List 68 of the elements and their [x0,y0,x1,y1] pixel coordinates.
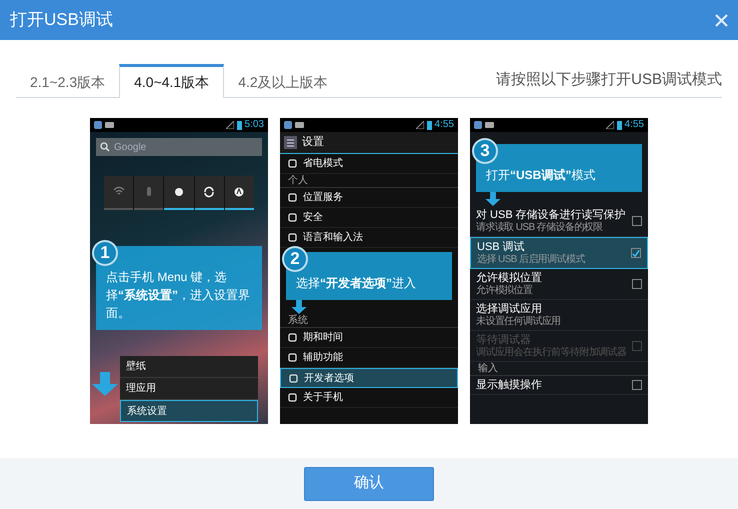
square-icon [288,159,297,168]
toggle-tile[interactable] [164,176,194,210]
status-time: 4:55 [624,120,644,130]
settings-row[interactable]: 期和时间 [280,328,458,348]
letter-a-icon [233,186,246,198]
toggle-tile[interactable] [104,176,134,210]
setting-subtitle: 允许模拟位置 [476,285,534,297]
settings-row[interactable]: 位置服务 [280,188,458,208]
battery-icon [616,120,622,130]
menu-item[interactable]: 壁纸 [120,356,258,378]
setting-row[interactable]: 允许模拟位置 允许模拟位置 [470,269,648,300]
version-tab[interactable]: 4.2及以上版本 [224,67,342,97]
sync-icon [203,186,216,198]
setting-row[interactable]: USB 调试 选择 USB 后启用调试模式 [470,237,648,269]
setting-title: 选择调试应用 [476,302,543,316]
toggle-tile[interactable] [224,176,254,210]
setting-title: 对 USB 存储设备进行读写保护 [476,208,627,222]
setting-title: 允许模拟位置 [476,271,543,284]
sliders-icon [284,136,297,149]
square-icon [288,193,297,202]
setting-row[interactable]: 选择调试应用 未设置任何调试应用 [470,300,648,331]
search-icon [100,142,110,152]
signal-icon [606,121,614,129]
setting-subtitle: 选择 USB 后启用调试模式 [477,254,586,266]
setting-row[interactable]: 显示触摸操作 [470,376,648,395]
square-icon [288,393,297,402]
square-icon [289,374,298,382]
square-icon [288,233,297,242]
setting-title: 等待调试器 [476,333,532,346]
toggle-tile[interactable] [194,176,224,210]
close-icon[interactable] [715,14,728,26]
callout-text: 打开“USB调试”模式 [486,167,596,184]
down-arrow-icon [92,372,118,396]
version-tab[interactable]: 4.0~4.1版本 [119,64,224,98]
status-time: 5:03 [244,120,264,130]
window-title: 打开USB调试 [10,9,113,32]
setting-title: 显示触摸操作 [476,378,543,392]
step-number: 1 [92,240,118,266]
dot-icon [173,186,185,198]
section-label: 个人 [280,174,458,188]
signal-icon [416,121,424,129]
step-number: 3 [472,138,498,164]
screen-title: 设置 [302,135,324,150]
callout-text: 点击手机 Menu 键，选择“系统设置”，进入设置界面。 [106,269,251,322]
battery-icon [426,120,432,130]
status-time: 4:55 [434,120,454,130]
square-icon [288,333,297,342]
setting-subtitle: 请求读取 USB 存储设备的权限 [476,222,604,234]
setting-title: USB 调试 [477,240,526,254]
instruction-text: 请按照以下步骤打开USB调试模式 [496,70,722,90]
battery-icon [236,120,242,130]
search-placeholder: Google [114,140,146,154]
section-label: 输入 [470,362,648,376]
setting-subtitle: 调试应用会在执行前等待附加调试器 [476,347,628,359]
section-label: 系统 [280,314,458,328]
step-number: 2 [282,246,308,272]
square-icon [288,213,297,222]
callout-text: 选择“开发者选项”进入 [296,275,417,292]
square-icon [288,353,297,362]
settings-row[interactable]: 省电模式 [280,154,458,174]
settings-row[interactable]: 安全 [280,208,458,228]
menu-item[interactable]: 系统设置 [120,400,258,422]
version-tab[interactable]: 2.1~2.3版本 [16,67,120,97]
toggle-tile[interactable] [134,176,164,210]
setting-subtitle: 未设置任何调试应用 [476,316,562,328]
settings-row[interactable]: 开发者选项 [280,368,458,388]
signal-icon [226,121,234,129]
settings-row[interactable]: 关于手机 [280,388,458,408]
